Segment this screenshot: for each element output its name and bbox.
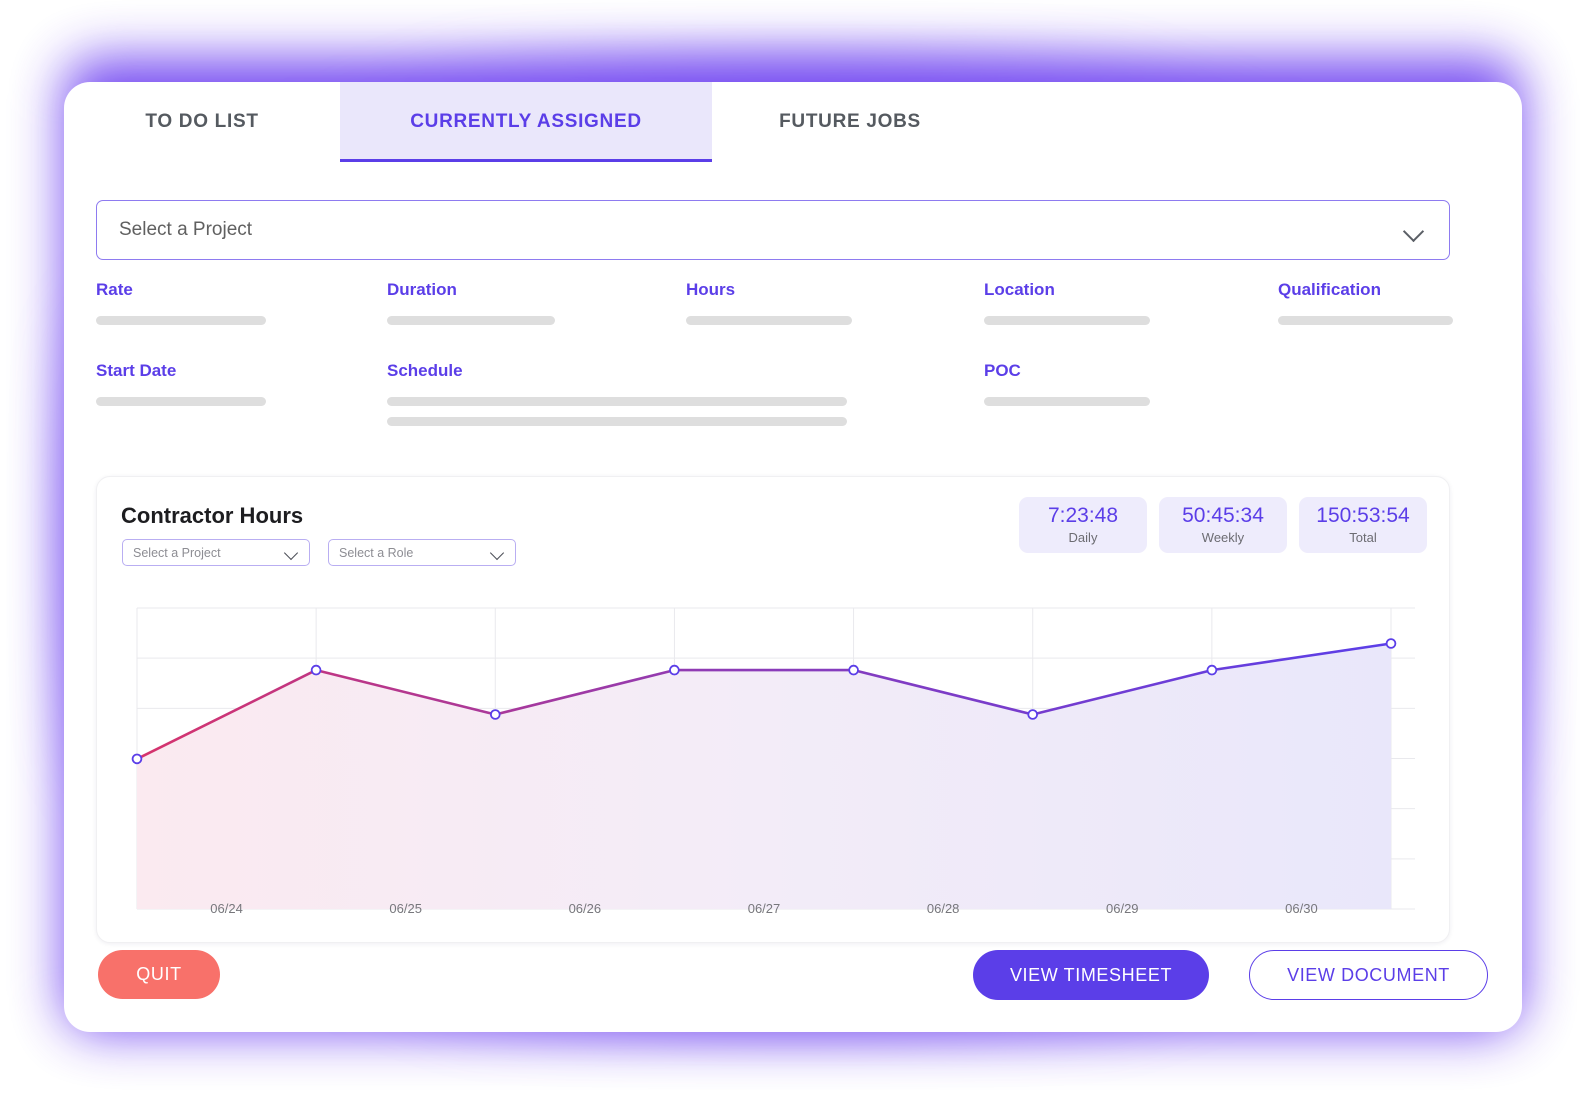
quit-button-label: QUIT — [136, 964, 182, 984]
tab-currently-assigned[interactable]: CURRENTLY ASSIGNED — [340, 82, 712, 162]
field-value-placeholder — [984, 316, 1150, 325]
chart-role-select[interactable]: Select a Role — [328, 539, 516, 566]
job-details: Rate Duration Hours Location Qualificati… — [96, 280, 1453, 442]
view-document-button[interactable]: VIEW DOCUMENT — [1249, 950, 1488, 1000]
chart-x-tick-label: 06/29 — [1106, 901, 1139, 916]
field-qualification: Qualification — [1278, 280, 1453, 325]
tab-future-jobs[interactable]: FUTURE JOBS — [712, 82, 988, 162]
chart-project-select-value: Select a Project — [133, 545, 221, 560]
field-poc: POC — [984, 361, 1150, 406]
field-start-date: Start Date — [96, 361, 266, 406]
stat-label: Weekly — [1201, 529, 1245, 545]
field-duration: Duration — [387, 280, 555, 325]
view-timesheet-label: VIEW TIMESHEET — [1009, 964, 1173, 985]
field-location: Location — [984, 280, 1150, 325]
chart-area-fill — [137, 643, 1391, 909]
field-label: Rate — [96, 280, 133, 299]
tab-label: FUTURE JOBS — [779, 111, 921, 132]
detail-row-1: Rate Duration Hours Location Qualificati… — [96, 280, 1453, 361]
contractor-hours-card: Contractor Hours Select a Project Select… — [96, 476, 1450, 943]
stat-value: 150:53:54 — [1316, 504, 1410, 528]
field-label: Hours — [686, 280, 736, 299]
project-select-value: Select a Project — [119, 219, 253, 240]
field-label: Schedule — [387, 361, 463, 380]
app-window: TO DO LIST CURRENTLY ASSIGNED FUTURE JOB… — [64, 82, 1522, 1032]
chart-x-tick-label: 06/25 — [389, 901, 422, 916]
field-value-placeholder — [1278, 316, 1453, 325]
quit-button[interactable]: QUIT — [98, 950, 220, 999]
stat-label: Total — [1349, 529, 1377, 545]
chart-title: Contractor Hours — [121, 503, 304, 528]
field-value-placeholder — [686, 316, 852, 325]
chart-project-select[interactable]: Select a Project — [122, 539, 310, 566]
field-label: POC — [984, 361, 1021, 380]
field-value-placeholder-2 — [387, 417, 847, 426]
chart-data-point[interactable] — [669, 664, 680, 676]
chart-data-point[interactable] — [1206, 664, 1218, 676]
chart-role-select-value: Select a Role — [339, 545, 414, 560]
field-rate: Rate — [96, 280, 266, 325]
chart-data-point[interactable] — [1385, 638, 1397, 649]
stat-daily: 7:23:48 Daily — [1019, 497, 1147, 553]
chart-data-point[interactable] — [131, 753, 143, 765]
chart-data-point[interactable] — [310, 664, 322, 676]
tab-label: CURRENTLY ASSIGNED — [410, 111, 642, 132]
tab-label: TO DO LIST — [145, 111, 259, 132]
field-label: Location — [984, 280, 1055, 299]
view-timesheet-button[interactable]: VIEW TIMESHEET — [973, 950, 1209, 1000]
project-select[interactable]: Select a Project — [96, 200, 1450, 260]
detail-row-2: Start Date Schedule POC — [96, 361, 1450, 442]
chart-data-point[interactable] — [1027, 709, 1038, 720]
chevron-down-icon — [1403, 223, 1427, 237]
field-hours: Hours — [686, 280, 852, 325]
field-value-placeholder — [96, 397, 266, 406]
chart-data-point[interactable] — [848, 664, 859, 676]
field-schedule: Schedule — [387, 361, 847, 426]
stat-value: 50:45:34 — [1182, 504, 1264, 528]
field-label: Qualification — [1278, 280, 1381, 299]
field-value-placeholder — [984, 397, 1150, 406]
view-document-label: VIEW DOCUMENT — [1287, 964, 1450, 985]
chart-svg — [131, 607, 1415, 910]
chevron-down-icon — [489, 548, 507, 558]
field-value-placeholder — [387, 397, 847, 406]
stat-label: Daily — [1068, 529, 1098, 545]
chart-x-tick-label: 06/28 — [926, 901, 960, 916]
field-label: Start Date — [96, 361, 177, 380]
chart-x-tick-label: 06/26 — [568, 901, 602, 916]
chevron-down-icon — [283, 548, 301, 558]
chart-x-tick-label: 06/24 — [210, 901, 243, 916]
field-value-placeholder — [387, 316, 555, 325]
tab-to-do-list[interactable]: TO DO LIST — [64, 82, 340, 162]
chart-x-tick-label: 06/27 — [747, 901, 781, 916]
stat-value: 7:23:48 — [1047, 504, 1119, 528]
chart-data-point[interactable] — [489, 709, 501, 720]
footer-actions: QUIT VIEW TIMESHEET VIEW DOCUMENT — [64, 942, 1522, 1032]
stat-boxes: 7:23:48 Daily 50:45:34 Weekly 150:53:54 … — [1019, 497, 1427, 553]
field-value-placeholder — [96, 316, 266, 325]
tab-bar: TO DO LIST CURRENTLY ASSIGNED FUTURE JOB… — [64, 82, 1522, 162]
field-label: Duration — [387, 280, 457, 299]
stat-weekly: 50:45:34 Weekly — [1159, 497, 1287, 553]
stat-total: 150:53:54 Total — [1299, 497, 1427, 553]
contractor-hours-chart: 06/24 06/25 06/26 06/27 06/28 06/29 06/30 — [121, 595, 1427, 925]
chart-x-tick-label: 06/30 — [1285, 901, 1318, 916]
